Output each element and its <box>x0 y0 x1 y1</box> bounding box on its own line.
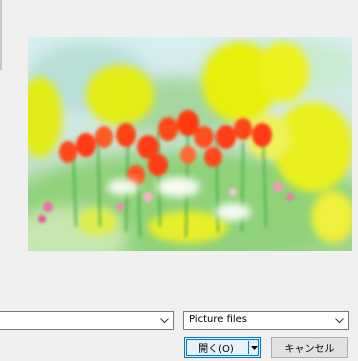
chevron-down-icon[interactable] <box>331 312 348 329</box>
file-type-select[interactable]: Picture files <box>183 311 349 330</box>
file-type-value: Picture files <box>189 314 248 325</box>
cancel-button[interactable]: キャンセル <box>271 337 348 358</box>
image-preview <box>28 37 352 251</box>
chevron-down-icon[interactable] <box>156 312 173 329</box>
triangle-down-icon[interactable] <box>249 338 260 357</box>
scrollbar-edge <box>0 0 2 70</box>
filename-combo[interactable] <box>0 311 174 330</box>
tulip-photo <box>28 37 352 251</box>
open-split-button[interactable]: 開く(O) <box>184 337 261 358</box>
open-button[interactable]: 開く(O) <box>185 338 247 357</box>
